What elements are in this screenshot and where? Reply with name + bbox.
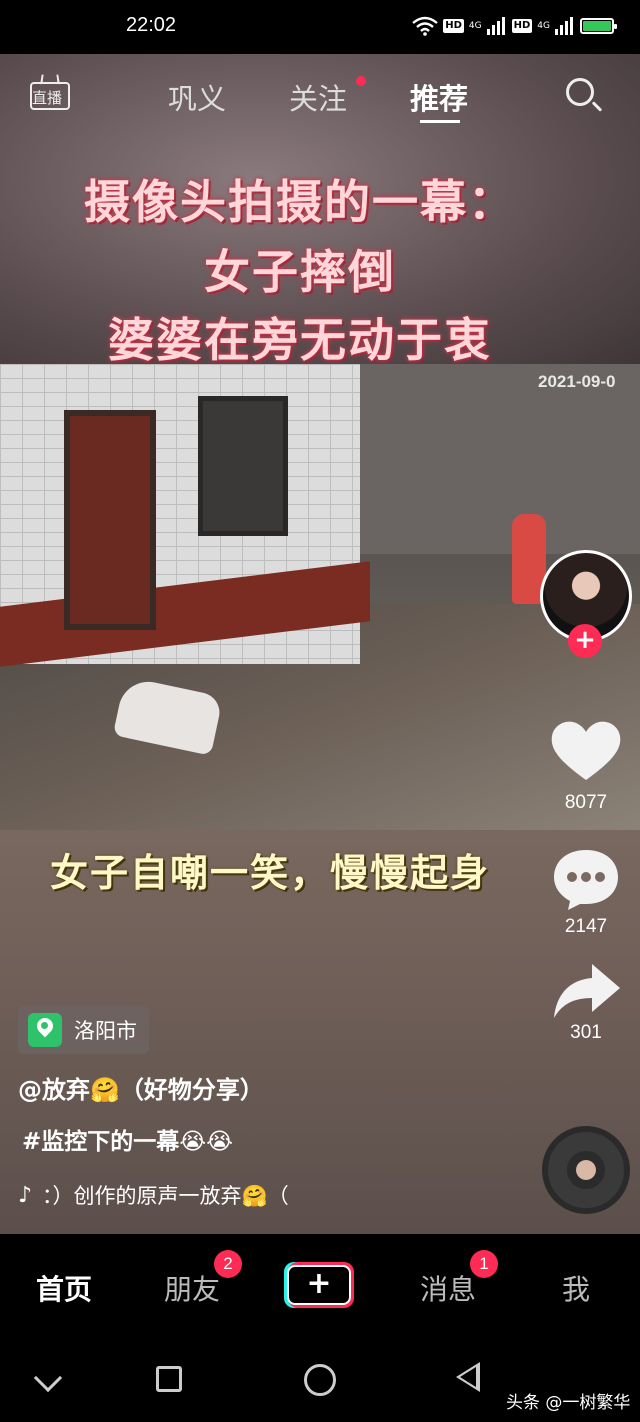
clock: 22:02 — [126, 14, 177, 36]
wifi-icon — [412, 16, 439, 36]
comment-icon[interactable] — [548, 846, 624, 912]
tab-recommended[interactable]: 推荐 — [410, 76, 468, 118]
battery-icon — [580, 18, 617, 34]
chevron-down-icon[interactable] — [33, 1363, 63, 1393]
active-tab-indicator — [420, 120, 460, 123]
music-row[interactable]: ♪ ：）创作的原声一放弃🤗（ — [18, 1180, 289, 1210]
comment-count: 2147 — [564, 916, 608, 937]
like-icon[interactable] — [548, 718, 624, 784]
search-icon-handle — [591, 101, 603, 112]
bottom-tab-bar: 首页 朋友 2 + 消息 1 我 — [0, 1234, 640, 1332]
signal-icon — [486, 17, 505, 35]
video-description[interactable]: #监控下的一幕😭😭 — [22, 1122, 233, 1156]
caption-line-1: 摄像头拍摄的一幕： — [84, 175, 516, 229]
top-nav: 直播 巩义 关注 推荐 — [0, 54, 640, 134]
share-icon[interactable] — [548, 958, 624, 1024]
music-title: ：）创作的原声一放弃🤗（ — [42, 1184, 289, 1208]
door — [64, 410, 156, 630]
tab-following[interactable]: 关注 — [289, 76, 347, 118]
follow-button[interactable]: + — [568, 624, 602, 658]
hd-badge-2: HD — [511, 19, 533, 33]
battery-fill — [583, 21, 611, 31]
messages-badge: 1 — [470, 1250, 498, 1278]
watermark: 头条 @一树繁华 — [506, 1393, 631, 1413]
following-notification-dot — [356, 76, 366, 86]
location-tag[interactable]: 洛阳市 — [18, 1006, 149, 1054]
status-bar: 22:02 HD 4G HD 4G — [0, 0, 640, 54]
status-icons: HD 4G HD 4G — [412, 16, 617, 36]
caption-line-3: 婆婆在旁无动于衷 — [108, 313, 492, 367]
video-player[interactable]: 2021-09-0 摄像头拍摄的一幕： 女子摔倒 婆婆在旁无动于衷 女子自嘲一笑… — [0, 54, 640, 1234]
video-subtitle: 女子自嘲一笑，慢慢起身 — [50, 851, 491, 895]
window — [198, 396, 288, 536]
share-count: 301 — [570, 1022, 602, 1043]
caption-line-2: 女子摔倒 — [204, 245, 396, 299]
live-label: 直播 — [32, 89, 63, 107]
search-icon-ring — [566, 78, 594, 106]
tab-friends[interactable]: 朋友 — [164, 1268, 220, 1308]
building-right — [360, 364, 640, 554]
tab-home[interactable]: 首页 — [36, 1268, 92, 1308]
tab-me[interactable]: 我 — [562, 1268, 590, 1308]
music-note-icon: ♪ — [18, 1182, 33, 1208]
signal-icon-2 — [555, 17, 573, 35]
system-nav-bar: 头条 @一树繁华 — [0, 1332, 640, 1422]
recents-icon[interactable] — [156, 1366, 182, 1392]
location-label: 洛阳市 — [74, 1019, 137, 1043]
tab-local[interactable]: 巩义 — [168, 76, 226, 118]
back-icon[interactable] — [456, 1362, 480, 1392]
location-pin-icon — [28, 1013, 62, 1047]
video-timestamp: 2021-09-0 — [538, 372, 616, 391]
home-icon[interactable] — [304, 1364, 336, 1396]
music-disc[interactable] — [542, 1126, 630, 1214]
like-count: 8077 — [564, 792, 608, 813]
plus-icon: + — [287, 1265, 351, 1305]
search-icon[interactable] — [564, 76, 604, 116]
author-name[interactable]: @放弃🤗（好物分享） — [18, 1070, 264, 1105]
live-icon[interactable]: 直播 — [28, 72, 72, 112]
tab-messages[interactable]: 消息 — [420, 1268, 476, 1308]
create-button[interactable]: + — [284, 1262, 354, 1308]
network-type-2: 4G — [537, 21, 550, 31]
network-type: 4G — [468, 21, 482, 31]
friends-badge: 2 — [214, 1250, 242, 1278]
hd-badge: HD — [443, 19, 464, 33]
